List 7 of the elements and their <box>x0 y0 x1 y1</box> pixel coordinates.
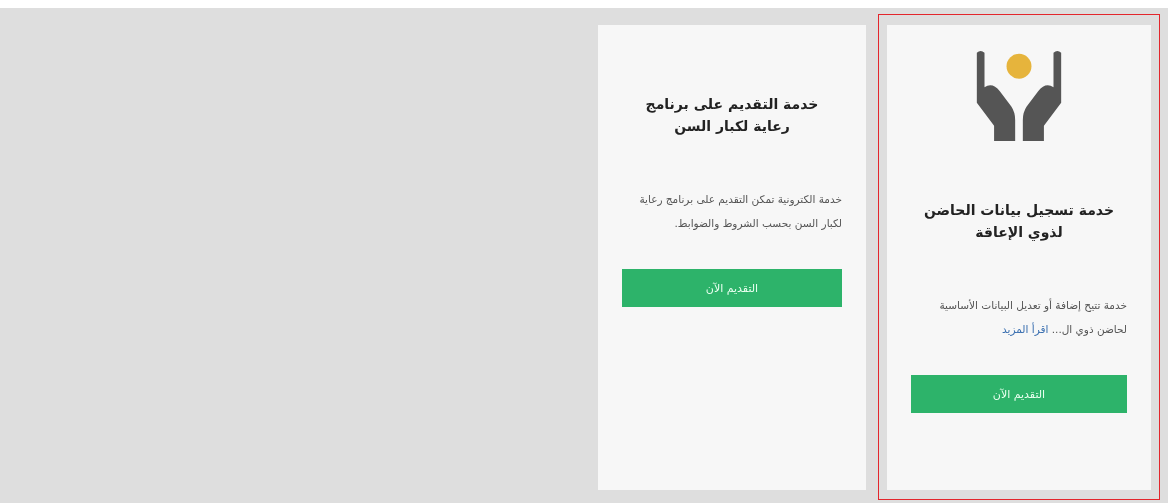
card-title: خدمة التقديم على برنامج رعاية لكبار السن <box>644 95 820 137</box>
apply-button[interactable]: التقديم الآن <box>622 269 842 307</box>
apply-button[interactable]: التقديم الآن <box>911 375 1127 413</box>
card-title: خدمة تسجيل بيانات الحاضن لذوي الإعاقة <box>922 201 1116 243</box>
card-description: خدمة تتيح إضافة أو تعديل البيانات الأساسية لحاضن ذوي ال... اقرأ المزيد <box>938 297 1127 338</box>
card-description: خدمة الكترونية تمكن التقديم على برنامج رعاية لكبار السن بحسب الشروط والضوابط. <box>638 192 842 232</box>
read-more-link[interactable]: اقرأ المزيد <box>1001 323 1049 335</box>
